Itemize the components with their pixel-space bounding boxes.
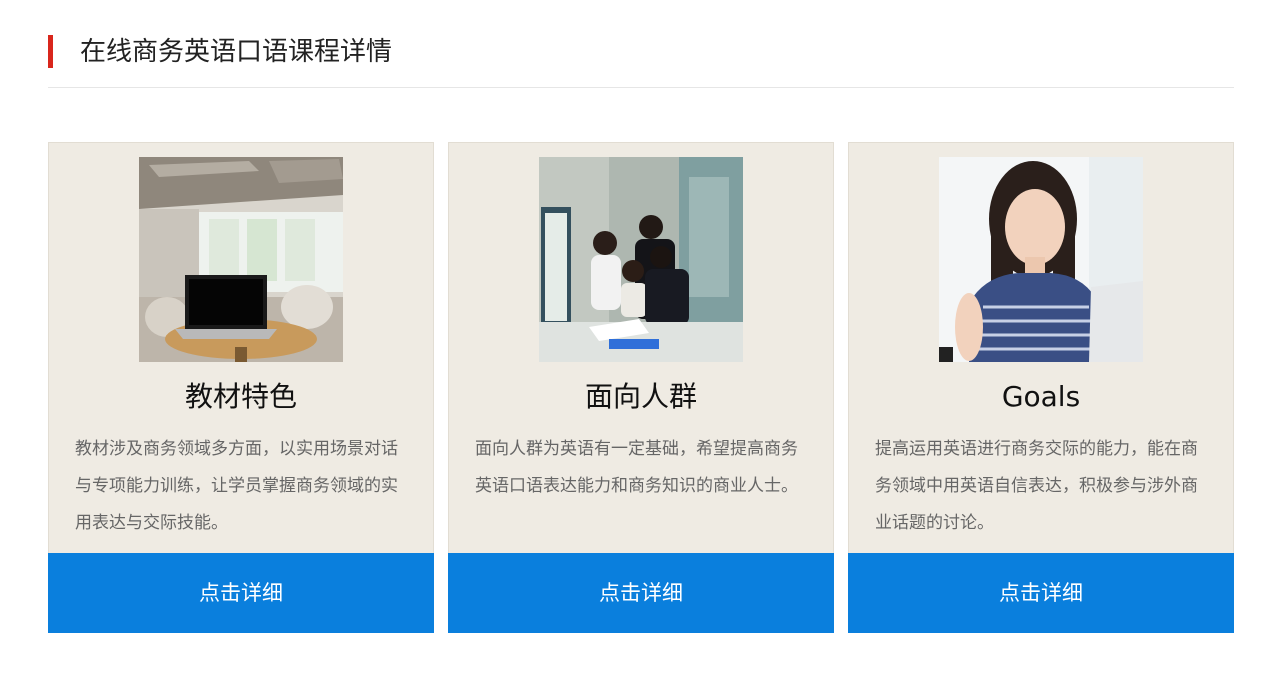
card-title: 教材特色 — [184, 380, 297, 413]
card-title: 面向人群 — [584, 380, 697, 413]
view-details-button[interactable]: 点击详细 — [448, 553, 834, 633]
title-accent-bar — [48, 35, 53, 68]
card-description: 提高运用英语进行商务交际的能力，能在商务领域中用英语自信表达，积极参与涉外商业话… — [875, 439, 1198, 533]
business-team-meeting-photo — [539, 157, 743, 362]
laptop-on-table-photo — [139, 157, 343, 362]
view-details-button[interactable]: 点击详细 — [48, 553, 434, 633]
card-description: 面向人群为英语有一定基础，希望提高商务英语口语表达能力和商务知识的商业人士。 — [475, 439, 798, 496]
course-card-materials: 教材特色 教材涉及商务领域多方面，以实用场景对话与专项能力训练，让学员掌握商务领… — [48, 142, 434, 633]
course-card-goals: Goals 提高运用英语进行商务交际的能力，能在商务领域中用英语自信表达，积极参… — [848, 142, 1234, 633]
page-title: 在线商务英语口语课程详情 — [80, 37, 393, 67]
card-title: Goals — [1001, 380, 1081, 413]
card-description: 教材涉及商务领域多方面，以实用场景对话与专项能力训练，让学员掌握商务领域的实用表… — [75, 439, 398, 533]
course-card-audience: 面向人群 面向人群为英语有一定基础，希望提高商务英语口语表达能力和商务知识的商业… — [448, 142, 834, 633]
view-details-button[interactable]: 点击详细 — [848, 553, 1234, 633]
smiling-woman-laptop-photo — [939, 157, 1143, 362]
section-header: 在线商务英语口语课程详情 — [48, 30, 1234, 88]
